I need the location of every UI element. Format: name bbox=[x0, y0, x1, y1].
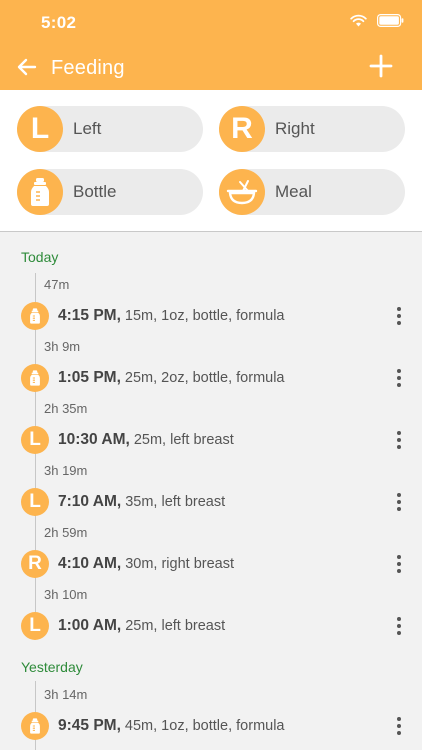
interval-label: 3h 14m bbox=[44, 687, 88, 702]
feeding-entry[interactable]: L 7:10 AM, 35m, left breast bbox=[0, 486, 422, 518]
more-options-icon[interactable] bbox=[392, 304, 406, 328]
interval-label: 47m bbox=[44, 277, 70, 292]
entry-text: 4:10 AM, 30m, right breast bbox=[58, 555, 234, 573]
right-button-label: Right bbox=[275, 119, 315, 138]
entry-time: 1:00 AM, bbox=[58, 617, 122, 634]
entry-time: 4:15 PM, bbox=[58, 307, 121, 324]
entry-details: 35m, left breast bbox=[125, 494, 226, 510]
interval-label: 2h 59m bbox=[44, 525, 88, 540]
wifi-icon bbox=[350, 14, 367, 27]
entry-text: 7:10 AM, 35m, left breast bbox=[58, 493, 225, 511]
entry-text: 9:45 PM, 45m, 1oz, bottle, formula bbox=[58, 717, 285, 735]
bottle-button[interactable]: Bottle bbox=[17, 169, 203, 215]
more-options-icon[interactable] bbox=[392, 552, 406, 576]
entry-text: 1:05 PM, 25m, 2oz, bottle, formula bbox=[58, 369, 285, 387]
entry-text: 1:00 AM, 25m, left breast bbox=[58, 617, 225, 635]
right-breast-icon: R bbox=[21, 550, 49, 578]
more-options-icon[interactable] bbox=[392, 490, 406, 514]
meal-button-label: Meal bbox=[275, 182, 312, 201]
entry-details: 25m, left breast bbox=[125, 618, 226, 634]
meal-button[interactable]: Meal bbox=[219, 169, 405, 215]
interval-label: 2h 35m bbox=[44, 401, 88, 416]
more-options-icon[interactable] bbox=[392, 366, 406, 390]
status-icons bbox=[350, 14, 404, 27]
entry-details: 45m, 1oz, bottle, formula bbox=[124, 718, 285, 734]
entry-time: 4:10 AM, bbox=[58, 555, 122, 572]
entry-text: 4:15 PM, 15m, 1oz, bottle, formula bbox=[58, 307, 285, 325]
entry-time: 9:45 PM, bbox=[58, 717, 121, 734]
bottle-icon bbox=[17, 169, 63, 215]
more-options-icon[interactable] bbox=[392, 614, 406, 638]
page-title: Feeding bbox=[51, 57, 125, 79]
status-time: 5:02 bbox=[41, 13, 77, 32]
entry-details: 25m, left breast bbox=[133, 432, 234, 448]
bowl-icon bbox=[219, 169, 265, 215]
bottle-button-label: Bottle bbox=[73, 182, 117, 201]
entry-time: 1:05 PM, bbox=[58, 369, 121, 386]
entry-time: 7:10 AM, bbox=[58, 493, 122, 510]
left-breast-icon: L bbox=[21, 612, 49, 640]
left-badge-icon: L bbox=[17, 106, 63, 152]
entry-text: 10:30 AM, 25m, left breast bbox=[58, 431, 234, 449]
feeding-entry[interactable]: 1:05 PM, 25m, 2oz, bottle, formula bbox=[0, 362, 422, 394]
feeding-entry[interactable]: 4:15 PM, 15m, 1oz, bottle, formula bbox=[0, 300, 422, 332]
interval-label: 3h 9m bbox=[44, 339, 81, 354]
bottle-icon bbox=[21, 712, 49, 740]
entry-details: 15m, 1oz, bottle, formula bbox=[124, 308, 285, 324]
section-title-yesterday: Yesterday bbox=[21, 659, 83, 675]
bottle-icon bbox=[21, 364, 49, 392]
app-header: 5:02 Feeding bbox=[0, 0, 422, 90]
add-icon[interactable] bbox=[368, 53, 394, 79]
battery-icon bbox=[377, 14, 404, 27]
section-title-today: Today bbox=[21, 249, 59, 265]
quick-add-panel: L Left R Right Bottle Meal bbox=[0, 90, 422, 232]
interval-label: 3h 19m bbox=[44, 463, 88, 478]
more-options-icon[interactable] bbox=[392, 428, 406, 452]
right-badge-icon: R bbox=[219, 106, 265, 152]
left-breast-icon: L bbox=[21, 488, 49, 516]
left-button-label: Left bbox=[73, 119, 102, 138]
back-arrow-icon[interactable] bbox=[14, 54, 40, 80]
bottle-icon bbox=[21, 302, 49, 330]
feeding-entry[interactable]: R 4:10 AM, 30m, right breast bbox=[0, 548, 422, 580]
entry-details: 30m, right breast bbox=[125, 556, 235, 572]
feeding-entry[interactable]: L 10:30 AM, 25m, left breast bbox=[0, 424, 422, 456]
right-breast-button[interactable]: R Right bbox=[219, 106, 405, 152]
more-options-icon[interactable] bbox=[392, 714, 406, 738]
entry-details: 25m, 2oz, bottle, formula bbox=[124, 370, 285, 386]
entry-time: 10:30 AM, bbox=[58, 431, 130, 448]
feeding-entry[interactable]: 9:45 PM, 45m, 1oz, bottle, formula bbox=[0, 710, 422, 742]
feeding-history-list[interactable]: Today 47m 4:15 PM, 15m, 1oz, bottle, for… bbox=[0, 233, 422, 750]
left-breast-icon: L bbox=[21, 426, 49, 454]
feeding-entry[interactable]: L 1:00 AM, 25m, left breast bbox=[0, 610, 422, 642]
interval-label: 3h 10m bbox=[44, 587, 88, 602]
left-breast-button[interactable]: L Left bbox=[17, 106, 203, 152]
